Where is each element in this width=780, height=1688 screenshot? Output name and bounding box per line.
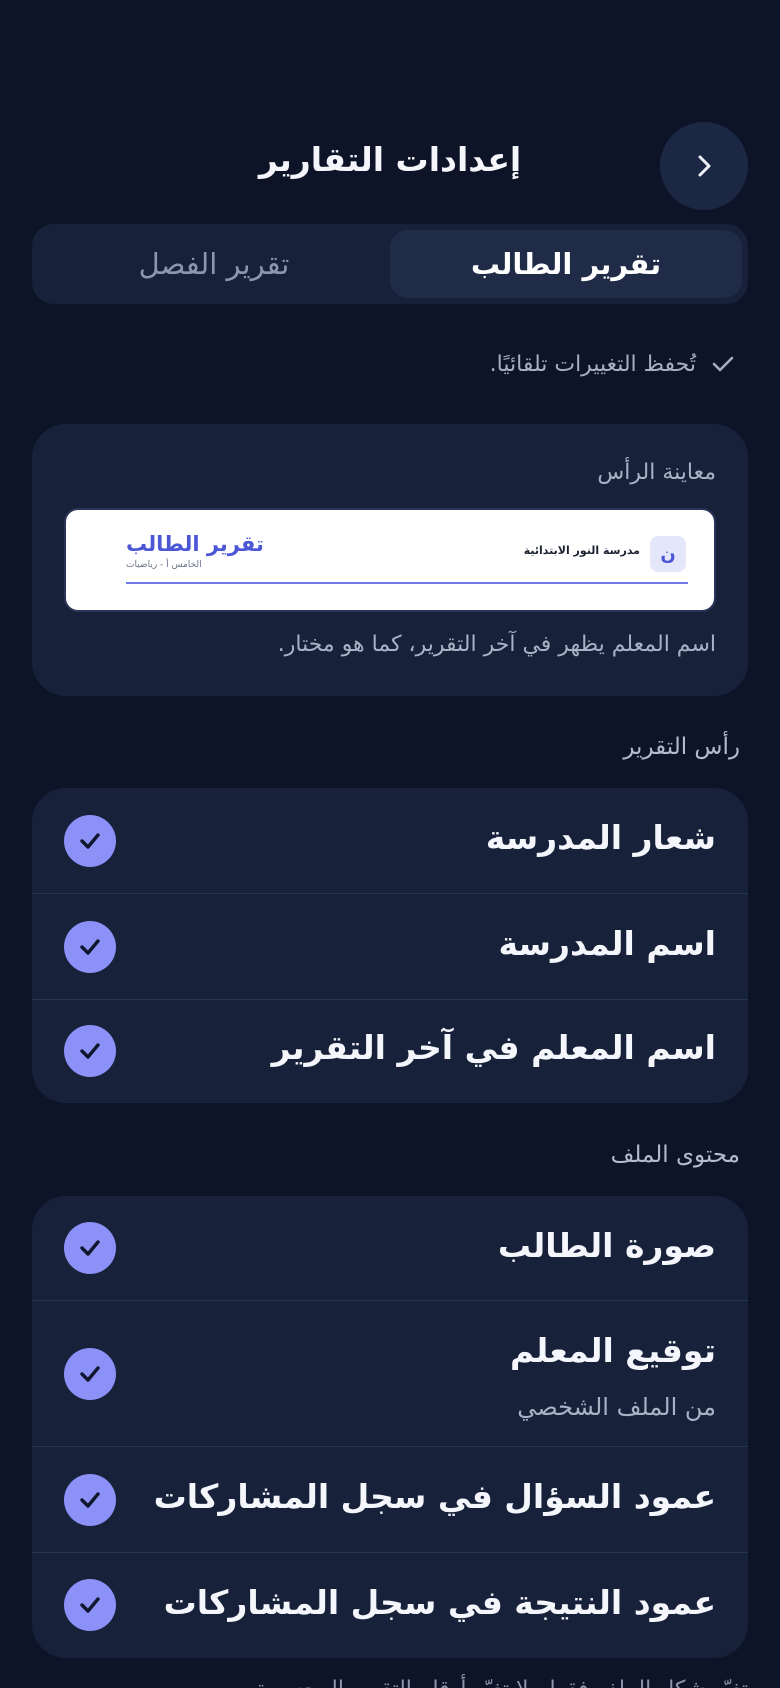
option-row-school-logo[interactable]: شعار المدرسة bbox=[32, 788, 748, 894]
file-content-options: صورة الطالب توقيع المعلم من الملف الشخصي… bbox=[32, 1196, 748, 1658]
checkbox-checked[interactable] bbox=[64, 1474, 116, 1526]
preview-caption: اسم المعلم يظهر في آخر التقرير، كما هو م… bbox=[277, 632, 716, 657]
option-row-teacher-signature[interactable]: توقيع المعلم من الملف الشخصي bbox=[32, 1301, 748, 1447]
section-label-report-header: رأس التقرير bbox=[623, 734, 740, 760]
option-label: صورة الطالب bbox=[497, 1226, 716, 1265]
option-label: اسم المعلم في آخر التقرير bbox=[271, 1028, 716, 1067]
check-icon bbox=[80, 1492, 100, 1508]
checkmark-icon bbox=[712, 356, 734, 372]
report-type-tabs: تقرير الطالب تقرير الفصل bbox=[32, 224, 748, 304]
option-sublabel: من الملف الشخصي bbox=[517, 1393, 716, 1421]
report-settings-screen: إعدادات التقارير تقرير الطالب تقرير الفص… bbox=[0, 0, 780, 1688]
option-row-student-photo[interactable]: صورة الطالب bbox=[32, 1196, 748, 1301]
option-row-question-column[interactable]: عمود السؤال في سجل المشاركات bbox=[32, 1447, 748, 1553]
option-label: اسم المدرسة bbox=[498, 924, 716, 963]
header-preview-card: معاينة الرأس ن مدرسة النور الابتدائية تق… bbox=[32, 424, 748, 696]
school-logo: ن bbox=[650, 536, 686, 572]
option-label: شعار المدرسة bbox=[485, 818, 716, 857]
tab-student-report[interactable]: تقرير الطالب bbox=[390, 230, 742, 298]
autosave-note: تُحفظ التغييرات تلقائيًا. bbox=[490, 346, 736, 382]
check-icon bbox=[80, 1597, 100, 1613]
option-row-result-column[interactable]: عمود النتيجة في سجل المشاركات bbox=[32, 1553, 748, 1658]
checkbox-checked[interactable] bbox=[64, 1579, 116, 1631]
check-icon bbox=[80, 1043, 100, 1059]
check-icon bbox=[80, 1366, 100, 1382]
option-row-teacher-name[interactable]: اسم المعلم في آخر التقرير bbox=[32, 1000, 748, 1103]
report-header-options: شعار المدرسة اسم المدرسة اسم المعلم في آ… bbox=[32, 788, 748, 1103]
preview-report-title: تقرير الطالب bbox=[126, 532, 264, 556]
checkbox-checked[interactable] bbox=[64, 1025, 116, 1077]
preview-divider bbox=[126, 582, 688, 584]
option-label: توقيع المعلم bbox=[510, 1331, 716, 1370]
checkbox-checked[interactable] bbox=[64, 921, 116, 973]
check-icon bbox=[80, 939, 100, 955]
preview-label: معاينة الرأس bbox=[597, 460, 716, 485]
option-label: عمود السؤال في سجل المشاركات bbox=[153, 1477, 716, 1516]
option-label: عمود النتيجة في سجل المشاركات bbox=[163, 1583, 716, 1622]
checkbox-checked[interactable] bbox=[64, 1222, 116, 1274]
preview-subtitle: الخامس أ - رياضيات bbox=[126, 560, 202, 570]
header: إعدادات التقارير bbox=[0, 122, 780, 210]
check-icon bbox=[80, 833, 100, 849]
autosave-text: تُحفظ التغييرات تلقائيًا. bbox=[489, 351, 696, 377]
preview-school-name: مدرسة النور الابتدائية bbox=[523, 544, 640, 557]
checkbox-checked[interactable] bbox=[64, 815, 116, 867]
back-button[interactable] bbox=[660, 122, 748, 210]
tab-class-report[interactable]: تقرير الفصل bbox=[38, 230, 390, 298]
checkbox-checked[interactable] bbox=[64, 1348, 116, 1400]
preview-paper: ن مدرسة النور الابتدائية تقرير الطالب ال… bbox=[64, 508, 716, 612]
footer-note: تغيّر شكل الملف فقط ولا تغيّر أرقام التق… bbox=[32, 1670, 748, 1688]
option-row-school-name[interactable]: اسم المدرسة bbox=[32, 894, 748, 1000]
section-label-file-content: محتوى الملف bbox=[610, 1142, 740, 1168]
check-icon bbox=[80, 1240, 100, 1256]
chevron-right-icon bbox=[698, 155, 711, 177]
